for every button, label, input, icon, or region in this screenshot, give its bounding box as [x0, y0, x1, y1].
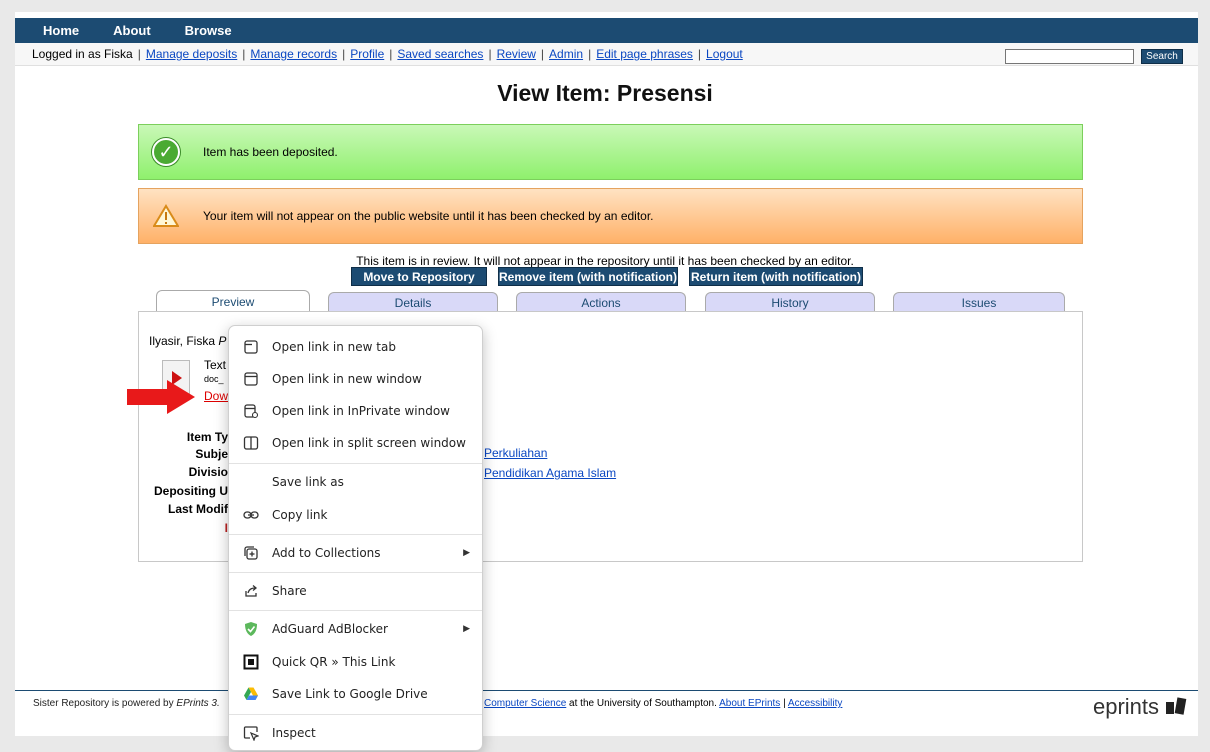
remove-item-button[interactable]: Remove item (with notification) — [498, 267, 678, 286]
footer-left: Sister Repository is powered by EPrints … — [33, 698, 220, 709]
move-to-repository-button[interactable]: Move to Repository — [351, 267, 487, 286]
download-link[interactable]: Dow — [204, 389, 228, 403]
review-notice: This item is in review. It will not appe… — [356, 254, 854, 268]
tab-issues[interactable]: Issues — [893, 292, 1065, 313]
division-link[interactable]: Pendidikan Agama Islam — [484, 466, 616, 480]
new-tab-icon — [244, 340, 258, 354]
split-screen-icon — [243, 436, 259, 450]
menu-separator — [229, 714, 482, 715]
logged-in-text: Logged in as Fiska — [32, 47, 133, 61]
footer-right: Computer Science at the University of So… — [484, 698, 843, 709]
link-logout[interactable]: Logout — [706, 47, 743, 61]
menu-copy-link[interactable]: Copy link — [229, 499, 482, 531]
deposited-text: Item has been deposited. — [203, 145, 338, 159]
doc-type: Text — [204, 358, 227, 372]
eprints-cubes-icon — [1166, 697, 1187, 715]
link-profile[interactable]: Profile — [350, 47, 384, 61]
menu-open-new-tab[interactable]: Open link in new tab — [229, 331, 482, 363]
warning-message: Your item will not appear on the public … — [138, 188, 1083, 244]
link-icon — [243, 511, 259, 519]
nav-home[interactable]: Home — [43, 23, 79, 38]
link-manage-records[interactable]: Manage records — [250, 47, 337, 61]
inprivate-icon — [244, 404, 259, 419]
tab-preview[interactable]: Preview — [156, 290, 310, 312]
label-depositing-user: Depositing U — [154, 484, 228, 498]
menu-save-link-as[interactable]: Save link as — [229, 466, 482, 498]
label-uri: I — [224, 521, 228, 535]
item-tabs: Preview Details Actions History Issues — [138, 290, 1083, 313]
tab-actions[interactable]: Actions — [516, 292, 686, 313]
inspect-icon — [243, 726, 259, 741]
footer-divider — [15, 690, 1198, 691]
footer-link-about-eprints[interactable]: About EPrints — [719, 698, 780, 709]
top-navigation: Home About Browse — [15, 18, 1198, 43]
menu-separator — [229, 610, 482, 611]
label-last-modified: Last Modif — [168, 502, 228, 516]
checkmark-icon: ✓ — [152, 138, 180, 166]
warning-icon — [153, 204, 179, 227]
menu-inspect[interactable]: Inspect — [229, 717, 482, 749]
menu-add-to-collections[interactable]: Add to Collections ▶ — [229, 537, 482, 569]
red-arrow-download — [127, 380, 195, 414]
qr-icon — [243, 654, 259, 670]
link-edit-page-phrases[interactable]: Edit page phrases — [596, 47, 693, 61]
subject-link[interactable]: Perkuliahan — [484, 446, 547, 460]
google-drive-icon — [244, 687, 258, 700]
tab-details[interactable]: Details — [328, 292, 498, 313]
eprints-logo[interactable]: eprints — [1093, 694, 1187, 720]
footer-link-accessibility[interactable]: Accessibility — [788, 698, 842, 709]
search-button[interactable]: Search — [1141, 49, 1183, 64]
menu-open-inprivate[interactable]: Open link in InPrivate window — [229, 395, 482, 427]
adguard-icon — [245, 622, 257, 636]
return-item-button[interactable]: Return item (with notification) — [689, 267, 863, 286]
context-menu: Open link in new tab Open link in new wi… — [228, 325, 483, 751]
search-input[interactable] — [1005, 49, 1134, 64]
menu-save-to-google-drive[interactable]: Save Link to Google Drive — [229, 678, 482, 710]
nav-about[interactable]: About — [113, 23, 151, 38]
nav-browse[interactable]: Browse — [185, 23, 232, 38]
link-saved-searches[interactable]: Saved searches — [397, 47, 483, 61]
label-item-type: Item Ty — [186, 430, 228, 444]
tab-history[interactable]: History — [705, 292, 875, 313]
eprints-logo-text: eprints — [1093, 694, 1160, 719]
warning-text: Your item will not appear on the public … — [203, 209, 654, 223]
new-window-icon — [244, 372, 258, 386]
menu-separator — [229, 534, 482, 535]
label-divisions: Divisio — [188, 465, 228, 479]
menu-adguard[interactable]: AdGuard AdBlocker ▶ — [229, 613, 482, 645]
footer-link-computer-science[interactable]: Computer Science — [484, 698, 566, 709]
menu-separator — [229, 463, 482, 464]
menu-share[interactable]: Share — [229, 575, 482, 607]
label-subjects: Subje — [195, 447, 228, 461]
menu-separator — [229, 572, 482, 573]
link-manage-deposits[interactable]: Manage deposits — [146, 47, 237, 61]
menu-open-new-window[interactable]: Open link in new window — [229, 363, 482, 395]
submenu-arrow-icon: ▶ — [463, 624, 470, 634]
link-admin[interactable]: Admin — [549, 47, 583, 61]
doc-filename: doc_ — [204, 374, 224, 384]
link-review[interactable]: Review — [497, 47, 536, 61]
submenu-arrow-icon: ▶ — [463, 548, 470, 558]
menu-open-split-screen[interactable]: Open link in split screen window — [229, 427, 482, 459]
collections-icon — [244, 546, 258, 560]
author-text: Ilyasir, Fiska P — [149, 334, 227, 348]
page-title: View Item: Presensi — [497, 80, 713, 106]
menu-quick-qr[interactable]: Quick QR » This Link — [229, 646, 482, 678]
share-icon — [245, 585, 258, 597]
deposited-message: ✓ Item has been deposited. — [138, 124, 1083, 180]
